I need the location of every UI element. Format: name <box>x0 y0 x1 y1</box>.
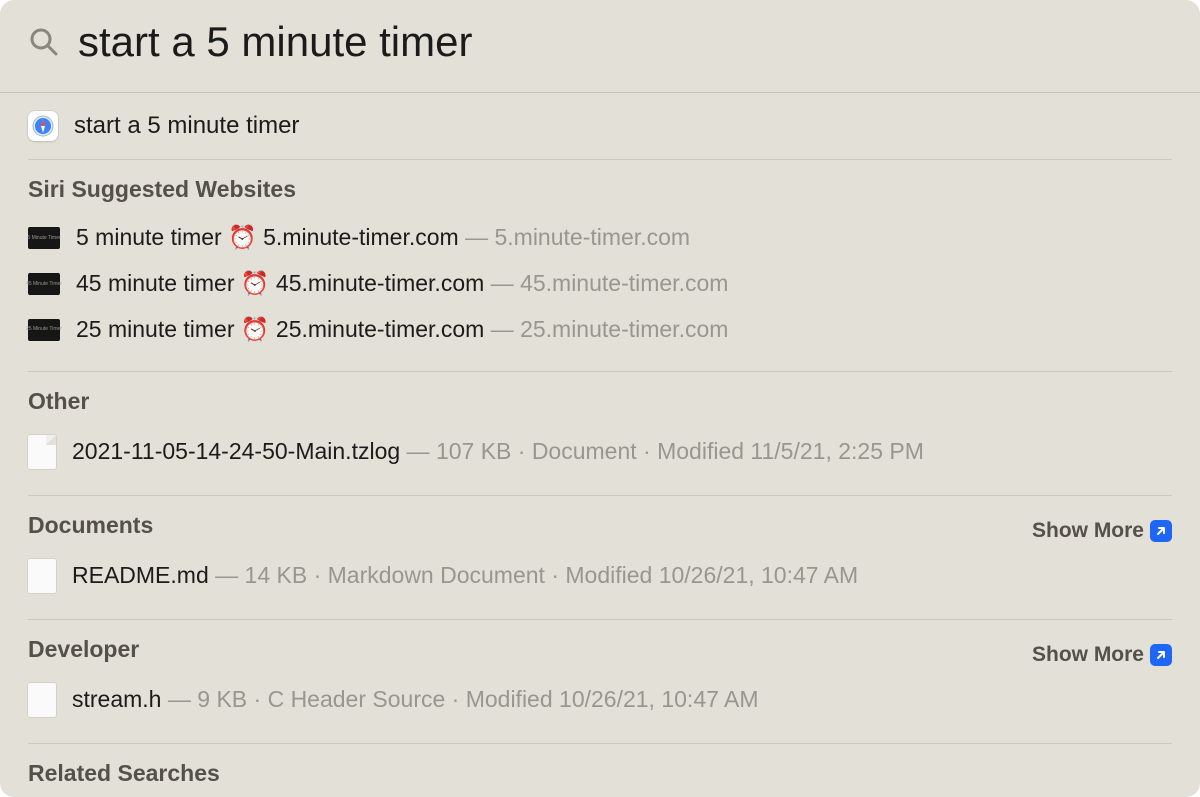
website-favicon: 5 Minute Timer <box>28 227 60 249</box>
result-title: 45 minute timer ⏰ 45.minute-timer.com <box>76 270 484 296</box>
file-result[interactable]: README.md — 14 KB · Markdown Document · … <box>28 551 1172 601</box>
section-title: Documents <box>28 512 153 539</box>
section-title: Other <box>28 388 1172 415</box>
section-title: Siri Suggested Websites <box>28 176 1172 203</box>
result-meta: 107 KB · Document · Modified 11/5/21, 2:… <box>436 438 924 464</box>
results-content: start a 5 minute timer Siri Suggested We… <box>0 93 1200 797</box>
website-result[interactable]: 25 Minute Timer 25 minute timer ⏰ 25.min… <box>28 307 1172 353</box>
result-title: 5 minute timer ⏰ 5.minute-timer.com <box>76 224 459 250</box>
search-bar <box>0 0 1200 93</box>
section-developer: Developer Show More stream.h — 9 KB · C … <box>28 620 1172 744</box>
section-documents: Documents Show More README.md — 14 KB · … <box>28 496 1172 620</box>
section-related-searches: Related Searches <box>28 744 1172 797</box>
website-favicon: 45 Minute Timer <box>28 273 60 295</box>
result-name: README.md <box>72 562 209 588</box>
safari-icon <box>28 111 58 141</box>
file-result[interactable]: stream.h — 9 KB · C Header Source · Modi… <box>28 675 1172 725</box>
arrow-up-right-icon <box>1150 520 1172 542</box>
website-result[interactable]: 5 Minute Timer 5 minute timer ⏰ 5.minute… <box>28 215 1172 261</box>
show-more-label: Show More <box>1032 643 1144 667</box>
result-domain: 25.minute-timer.com <box>520 316 728 342</box>
top-hit-label: start a 5 minute timer <box>74 112 299 140</box>
result-name: 2021-11-05-14-24-50-Main.tzlog <box>72 438 400 464</box>
result-domain: 5.minute-timer.com <box>494 224 690 250</box>
spotlight-window: start a 5 minute timer Siri Suggested We… <box>0 0 1200 797</box>
top-hit-row[interactable]: start a 5 minute timer <box>28 93 1172 160</box>
arrow-up-right-icon <box>1150 644 1172 666</box>
result-meta: 14 KB · Markdown Document · Modified 10/… <box>245 562 859 588</box>
website-result[interactable]: 45 Minute Timer 45 minute timer ⏰ 45.min… <box>28 261 1172 307</box>
result-domain: 45.minute-timer.com <box>520 270 728 296</box>
document-icon <box>28 683 56 717</box>
website-favicon: 25 Minute Timer <box>28 319 60 341</box>
file-result[interactable]: 2021-11-05-14-24-50-Main.tzlog — 107 KB … <box>28 427 1172 477</box>
show-more-button[interactable]: Show More <box>1032 519 1172 543</box>
section-title: Related Searches <box>28 760 1172 787</box>
search-icon <box>28 26 60 58</box>
search-input[interactable] <box>78 18 1172 66</box>
section-other: Other 2021-11-05-14-24-50-Main.tzlog — 1… <box>28 372 1172 496</box>
section-title: Developer <box>28 636 139 663</box>
result-meta: 9 KB · C Header Source · Modified 10/26/… <box>197 686 758 712</box>
result-name: stream.h <box>72 686 161 712</box>
document-icon <box>28 435 56 469</box>
show-more-button[interactable]: Show More <box>1032 643 1172 667</box>
result-title: 25 minute timer ⏰ 25.minute-timer.com <box>76 316 484 342</box>
show-more-label: Show More <box>1032 519 1144 543</box>
document-icon <box>28 559 56 593</box>
section-siri-websites: Siri Suggested Websites 5 Minute Timer 5… <box>28 160 1172 372</box>
